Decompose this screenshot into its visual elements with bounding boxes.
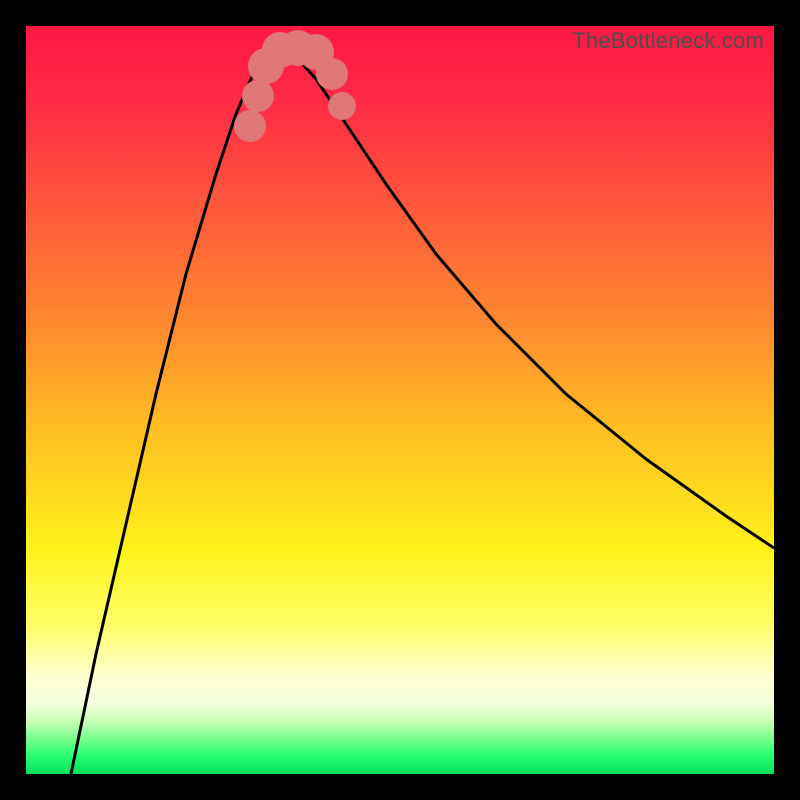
curve-marker	[328, 92, 356, 120]
gradient-background	[26, 26, 774, 774]
chart-frame: TheBottleneck.com	[0, 0, 800, 800]
curve-marker	[234, 110, 266, 142]
curve-marker	[316, 58, 348, 90]
bottleneck-chart	[26, 26, 774, 774]
watermark-label: TheBottleneck.com	[572, 28, 764, 54]
plot-area: TheBottleneck.com	[26, 26, 774, 774]
curve-marker	[242, 80, 274, 112]
